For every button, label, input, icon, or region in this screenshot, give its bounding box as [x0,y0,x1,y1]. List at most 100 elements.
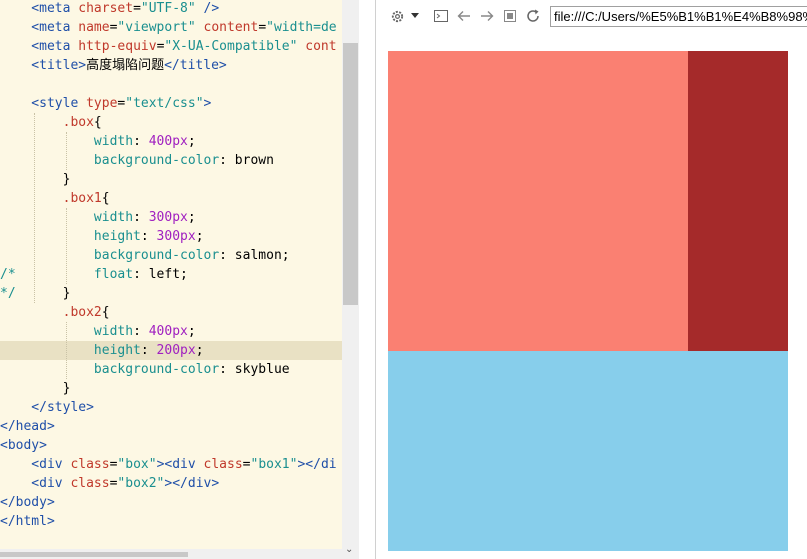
code-token: ; [187,324,196,339]
code-line[interactable]: /* float: left; [0,265,342,284]
code-token: { [101,305,110,320]
code-token: .box1 [0,191,102,206]
code-line[interactable]: width: 400px; [0,322,342,341]
indent-guide [66,208,67,284]
code-area[interactable]: <meta charset="UTF-8" /> <meta name="vie… [0,0,342,549]
code-token: : [133,210,149,225]
code-token: : [140,343,157,358]
code-token: : salmon; [219,248,290,263]
code-token: ; [187,134,196,149]
code-token: = [242,457,251,472]
code-token: ></di [297,457,337,472]
code-token: height [0,343,141,358]
code-line[interactable]: </head> [0,417,342,436]
back-icon[interactable] [455,6,473,26]
code-token: background-color [0,362,220,377]
code-line[interactable]: width: 300px; [0,208,342,227]
code-line[interactable] [0,75,342,94]
stop-icon[interactable] [501,6,519,26]
reload-icon[interactable] [524,6,542,26]
code-line[interactable]: <div class="box"><div class="box1"></di [0,455,342,474]
editor-scroll-thumb[interactable] [343,43,358,305]
code-token: http-equiv [78,39,157,54]
indent-guide [34,113,35,303]
code-token: background-color [0,248,220,263]
code-token: 400 [148,134,173,149]
browser-preview: file:///C:/Users/%E5%B1%B1%E4%B8%98% [376,0,807,559]
scroll-down-icon[interactable]: ⌄ [345,544,353,555]
console-icon[interactable] [432,6,450,26]
code-token: "width=de [266,20,337,35]
code-line[interactable]: </html> [0,512,342,531]
editor-hscroll-thumb[interactable] [0,552,188,557]
code-line[interactable]: height: 300px; [0,227,342,246]
code-token: { [101,191,110,206]
code-editor[interactable]: <meta charset="UTF-8" /> <meta name="vie… [0,0,359,559]
address-bar[interactable]: file:///C:/Users/%E5%B1%B1%E4%B8%98% [550,6,807,27]
code-token: </style> [0,400,94,415]
code-token: content [203,20,259,35]
dropdown-arrow-icon[interactable] [409,6,421,26]
code-line[interactable]: .box{ [0,113,342,132]
code-token: : [133,324,149,339]
code-token: </title> [164,58,227,73]
browser-toolbar: file:///C:/Users/%E5%B1%B1%E4%B8%98% [376,0,807,33]
code-token: <title> [0,58,87,73]
code-line[interactable]: */ } [0,284,342,303]
code-token: 200 [156,343,181,358]
code-line[interactable]: <meta http-equiv="X-UA-Compatible" cont [0,37,342,56]
code-token: ></div> [164,476,220,491]
code-token: px [180,229,196,244]
code-line[interactable]: <div class="box2"></div> [0,474,342,493]
code-token: px [172,134,188,149]
code-line[interactable]: width: 400px; [0,132,342,151]
code-line[interactable]: </body> [0,493,342,512]
page-viewport [376,33,807,559]
code-token: .box [0,115,94,130]
code-token: } [0,172,71,187]
code-token: <body> [0,438,47,453]
indent-guide [66,132,67,170]
code-token: 400 [148,324,173,339]
pane-divider[interactable] [359,0,375,559]
code-token: ; [187,210,196,225]
code-line[interactable]: .box1{ [0,189,342,208]
box2-div [388,351,788,551]
code-line[interactable]: <style type="text/css"> [0,94,342,113]
code-line[interactable]: background-color: salmon; [0,246,342,265]
code-line[interactable]: .box2{ [0,303,342,322]
code-token: "X-UA-Compatible" [164,39,298,54]
editor-vertical-scrollbar[interactable]: ⌄ [342,0,359,559]
code-line[interactable]: height: 200px; [0,341,342,360]
editor-horizontal-scrollbar[interactable] [0,549,342,559]
code-line[interactable]: </style> [0,398,342,417]
code-line[interactable]: <body> [0,436,342,455]
code-token: px [180,343,196,358]
code-token: height [0,229,141,244]
code-token: > [203,96,212,111]
code-token: class [203,457,243,472]
code-token: < [0,39,40,54]
code-token: "UTF-8" [140,1,196,16]
code-line[interactable]: } [0,170,342,189]
code-line[interactable]: } [0,379,342,398]
code-token: "text/css" [125,96,204,111]
code-line[interactable]: background-color: skyblue [0,360,342,379]
code-token: < [0,1,40,16]
code-token: < [0,20,40,35]
code-token: name [78,20,110,35]
code-line[interactable]: background-color: brown [0,151,342,170]
code-token: <div [0,457,63,472]
code-token: = [133,1,141,16]
code-token: : [140,229,157,244]
gear-icon[interactable] [388,6,406,26]
code-line[interactable]: <meta name="viewport" content="width=de [0,18,342,37]
code-token: } [15,286,71,301]
code-token: meta [39,20,71,35]
forward-icon[interactable] [478,6,496,26]
code-token: ><div [156,457,196,472]
code-token: <div [0,476,63,491]
code-line[interactable]: <meta charset="UTF-8" /> [0,0,342,18]
code-line[interactable]: <title>高度塌陷问题</title> [0,56,342,75]
